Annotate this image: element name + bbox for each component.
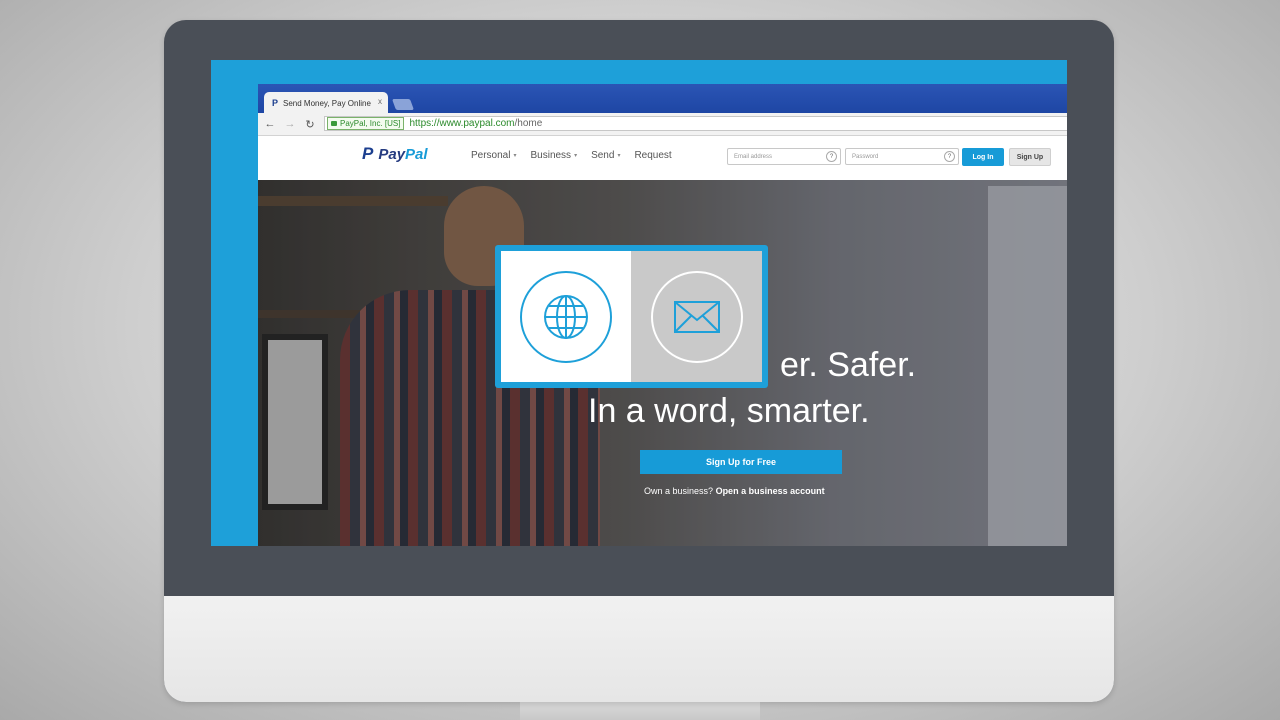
logo-text-pal: Pal bbox=[405, 145, 428, 163]
forward-arrow-icon[interactable]: → bbox=[282, 118, 298, 130]
nav-item-personal[interactable]: Personal ▾ bbox=[471, 150, 516, 161]
monitor-chin bbox=[164, 596, 1114, 702]
overlay-panel-right bbox=[631, 251, 762, 382]
envelope-icon-circle bbox=[650, 270, 743, 363]
address-bar[interactable]: PayPal, Inc. [US] https://www.paypal.com… bbox=[324, 116, 1067, 131]
back-arrow-icon[interactable]: ← bbox=[262, 118, 278, 130]
lock-icon bbox=[331, 121, 337, 126]
browser-tabstrip: P Send Money, Pay Online x bbox=[258, 84, 1067, 114]
logo-text-pay: Pay bbox=[378, 145, 406, 163]
url-host: https://www.paypal.com bbox=[409, 118, 515, 129]
feature-overlay-card bbox=[495, 245, 768, 388]
hero-headline-line2: In a word, smarter. bbox=[588, 392, 870, 430]
url-path: /home bbox=[514, 118, 543, 129]
main-nav: Personal ▾ Business ▾ Send ▾ Request bbox=[471, 150, 672, 161]
open-business-account-link[interactable]: Open a business account bbox=[716, 486, 825, 496]
nav-item-label: Business bbox=[530, 150, 572, 161]
email-help-icon[interactable]: ? bbox=[826, 151, 837, 162]
paypal-favicon-icon: P bbox=[272, 98, 279, 108]
nav-item-label: Request bbox=[634, 150, 672, 161]
close-tab-icon[interactable]: x bbox=[378, 97, 382, 106]
envelope-icon bbox=[673, 300, 720, 333]
monitor-stand bbox=[520, 700, 760, 720]
ev-badge-label: PayPal, Inc. [US] bbox=[340, 119, 401, 128]
paypal-logo[interactable]: P Pay Pal bbox=[362, 144, 428, 164]
email-field[interactable]: Email address ? bbox=[727, 148, 841, 165]
overlay-panel-left bbox=[501, 251, 631, 382]
password-help-icon[interactable]: ? bbox=[944, 151, 955, 162]
signup-free-button[interactable]: Sign Up for Free bbox=[640, 450, 842, 474]
globe-icon bbox=[544, 294, 588, 339]
tab-title: Send Money, Pay Online bbox=[283, 98, 371, 108]
chevron-down-icon: ▾ bbox=[617, 153, 621, 159]
header-signup-button[interactable]: Sign Up bbox=[1009, 148, 1051, 166]
password-placeholder: Password bbox=[852, 153, 879, 160]
reload-icon[interactable]: ↻ bbox=[302, 118, 318, 131]
nav-item-label: Send bbox=[591, 150, 615, 161]
browser-toolbar: ← → ↻ PayPal, Inc. [US] https://www.payp… bbox=[258, 113, 1067, 136]
email-placeholder: Email address bbox=[734, 153, 773, 160]
hero-headline-line1: er. Safer. bbox=[780, 346, 917, 384]
paypal-mark-icon: P bbox=[362, 144, 374, 163]
ev-certificate-badge[interactable]: PayPal, Inc. [US] bbox=[327, 117, 405, 130]
feature-overlay-inner bbox=[501, 251, 762, 382]
site-header: P Pay Pal Personal ▾ Business ▾ Send ▾ R… bbox=[258, 136, 1067, 181]
url-text: https://www.paypal.com/home bbox=[409, 118, 542, 129]
password-field[interactable]: Password ? bbox=[845, 148, 959, 165]
login-button[interactable]: Log In bbox=[962, 148, 1004, 166]
chevron-down-icon: ▾ bbox=[574, 153, 578, 159]
nav-item-business[interactable]: Business ▾ bbox=[530, 150, 577, 161]
nav-item-send[interactable]: Send ▾ bbox=[591, 150, 620, 161]
business-prompt: Own a business? Open a business account bbox=[644, 486, 825, 496]
browser-tab[interactable]: P Send Money, Pay Online x bbox=[264, 92, 388, 114]
nav-item-label: Personal bbox=[471, 150, 511, 161]
new-tab-button[interactable] bbox=[391, 99, 415, 110]
nav-item-request[interactable]: Request bbox=[634, 150, 671, 161]
business-prompt-text: Own a business? bbox=[644, 486, 714, 496]
chevron-down-icon: ▾ bbox=[513, 153, 517, 159]
globe-icon-circle bbox=[520, 270, 612, 363]
